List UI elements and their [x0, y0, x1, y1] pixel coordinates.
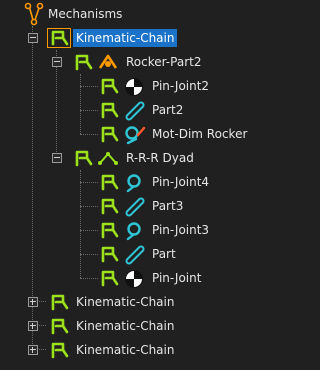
tree-node-rrr-dyad[interactable]: R-R-R Dyad	[0, 146, 240, 170]
motion-dimension-icon	[125, 126, 146, 145]
node-label: Pin-Joint	[152, 271, 202, 285]
node-label: Mot-Dim Rocker	[152, 127, 248, 141]
joint-ring-icon	[126, 174, 141, 193]
tree-node-part[interactable]: Part	[0, 242, 240, 266]
part-icon	[101, 270, 119, 287]
part-icon	[101, 174, 119, 191]
collapse-toggle[interactable]	[52, 57, 62, 67]
node-label: Pin-Joint2	[152, 79, 210, 93]
part-icon	[101, 78, 119, 95]
link-part-icon	[125, 245, 145, 265]
node-label: R-R-R Dyad	[126, 151, 194, 165]
node-label: Kinematic-Chain	[76, 319, 175, 333]
tree-node-pin-joint4[interactable]: Pin-Joint4	[0, 170, 240, 194]
part-icon	[101, 246, 119, 263]
tree-node-mot-dim-rocker[interactable]: Mot-Dim Rocker	[0, 122, 247, 146]
node-label: Mechanisms	[48, 7, 123, 21]
link-part-icon	[125, 101, 145, 121]
node-label: Kinematic-Chain	[76, 295, 175, 309]
part-icon	[101, 102, 119, 119]
tree-node-kinematic-chain[interactable]: Kinematic-Chain	[0, 338, 240, 362]
tree-node-rocker-part2[interactable]: Rocker-Part2	[0, 50, 240, 74]
dyad-icon	[98, 152, 118, 165]
collapse-toggle[interactable]	[28, 33, 38, 43]
tree-node-part3[interactable]: Part3	[0, 194, 240, 218]
tree-node-pin-joint2[interactable]: Pin-Joint2	[0, 74, 240, 98]
part-icon	[101, 222, 119, 239]
kinematic-chain-icon	[47, 28, 71, 48]
node-label: Kinematic-Chain	[76, 343, 175, 357]
kinematic-chain-icon	[51, 342, 69, 359]
link-part-icon	[125, 197, 145, 217]
pin-joint-icon	[125, 270, 143, 288]
tree-node-pin-joint[interactable]: Pin-Joint	[0, 266, 240, 290]
link-group-icon	[75, 150, 93, 167]
node-label: Pin-Joint3	[152, 223, 210, 237]
tree-node-kinematic-chain[interactable]: Kinematic-Chain	[0, 26, 240, 50]
kinematic-chain-icon	[51, 318, 69, 335]
node-label: Part	[152, 247, 176, 261]
node-label: Part2	[152, 103, 184, 117]
tree-node-pin-joint3[interactable]: Pin-Joint3	[0, 218, 240, 242]
link-group-icon	[75, 54, 93, 71]
node-label: Part3	[152, 199, 184, 213]
mechanism-tree: Mechanisms Kinematic-Chain Rocker-Part2	[0, 0, 247, 370]
pin-joint-icon	[125, 78, 143, 96]
node-label: Rocker-Part2	[126, 55, 202, 69]
part-icon	[101, 126, 119, 143]
node-label: Pin-Joint4	[152, 175, 210, 189]
tree-node-kinematic-chain[interactable]: Kinematic-Chain	[0, 314, 240, 338]
joint-ring-icon	[126, 222, 141, 241]
rocker-icon	[98, 54, 118, 69]
expand-toggle[interactable]	[28, 345, 38, 355]
collapse-toggle[interactable]	[52, 153, 62, 163]
tree-node-part2[interactable]: Part2	[0, 98, 240, 122]
expand-toggle[interactable]	[28, 297, 38, 307]
part-icon	[101, 198, 119, 215]
kinematic-chain-icon	[51, 294, 69, 311]
node-label: Kinematic-Chain	[73, 29, 178, 47]
mechanisms-icon	[24, 2, 44, 26]
tree-node-mechanisms[interactable]: Mechanisms	[0, 2, 240, 26]
tree-node-kinematic-chain[interactable]: Kinematic-Chain	[0, 290, 240, 314]
expand-toggle[interactable]	[28, 321, 38, 331]
